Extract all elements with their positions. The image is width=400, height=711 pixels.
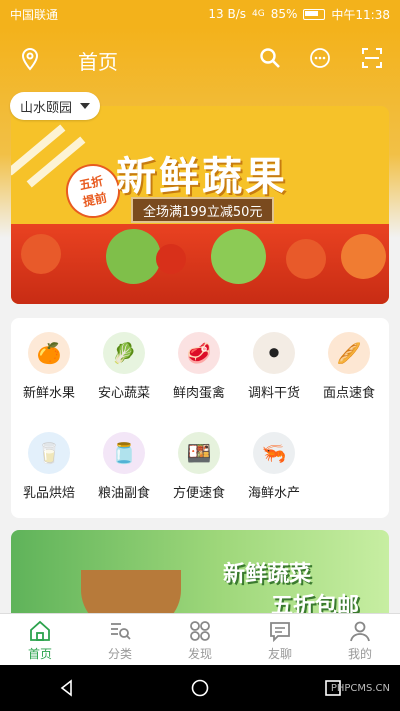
tab-chat[interactable]: 友聊 (240, 614, 320, 666)
back-icon[interactable] (57, 678, 77, 698)
vegetable-image (11, 224, 389, 304)
category-item[interactable]: 🥬 安心蔬菜 (89, 332, 159, 401)
category-search-icon (111, 622, 131, 640)
home-circle-icon[interactable] (190, 678, 210, 698)
category-item[interactable]: 🍊 新鲜水果 (14, 332, 84, 401)
banner-tagline: 全场满199立减50元 (131, 197, 275, 223)
bread-icon: 🥖 (328, 332, 370, 374)
fruit-icon: 🍊 (28, 332, 70, 374)
page-title: 首页 (78, 50, 118, 74)
milk-icon: 🥛 (28, 432, 70, 474)
tab-home[interactable]: 首页 (0, 614, 80, 666)
oil-icon: 🫙 (103, 432, 145, 474)
clock: 中午11:38 (331, 7, 390, 22)
chevron-down-icon (80, 103, 91, 109)
carrier-label: 中国联通 (10, 7, 59, 22)
spice-icon: ⚫ (253, 332, 295, 374)
discover-icon (190, 620, 210, 641)
battery-icon (303, 8, 326, 20)
location-label: 山水颐园 (20, 100, 73, 116)
tab-profile[interactable]: 我的 (320, 614, 400, 666)
category-item[interactable]: ⚫ 调料干货 (239, 332, 309, 401)
banner-title: 新鲜蔬果 (116, 153, 288, 200)
category-item[interactable]: 🥩 鲜肉蛋禽 (164, 332, 234, 401)
category-item[interactable]: 🥖 面点速食 (314, 332, 384, 401)
location-selector[interactable]: 山水颐园 (10, 92, 101, 120)
category-item[interactable]: 🫙 粮油副食 (89, 432, 159, 501)
scan-icon[interactable] (357, 43, 387, 73)
promo-line1: 新鲜蔬菜 (222, 562, 311, 587)
signal-label: 4G (252, 9, 265, 19)
location-pin-icon[interactable] (15, 44, 45, 74)
vegetable-icon: 🥬 (103, 332, 145, 374)
category-grid: 🍊 新鲜水果 🥬 安心蔬菜 🥩 鲜肉蛋禽 ⚫ 调料干货 🥖 面点速食 🥛 乳品烘焙 🫙 粮油副… (11, 318, 389, 518)
bottom-tab-bar: 首页 分类 发现 友聊 我的 (0, 613, 400, 666)
watermark: PHPCMS.CN (330, 683, 390, 694)
network-speed: 13 B/s (208, 7, 247, 21)
tab-category[interactable]: 分类 (80, 614, 160, 666)
status-bar: 中国联通 13 B/s 4G 85% 中午11:38 (0, 0, 400, 28)
message-icon[interactable] (305, 43, 335, 73)
home-icon (30, 620, 50, 641)
meat-icon: 🥩 (178, 332, 220, 374)
battery-level: 85% (270, 7, 298, 21)
promo-banner[interactable]: 五折 提前 新鲜蔬果 全场满199立减50元 (11, 106, 389, 304)
seafood-icon: 🦐 (253, 432, 295, 474)
instant-food-icon: 🍱 (178, 432, 220, 474)
chat-icon (270, 621, 290, 642)
tab-discover[interactable]: 发现 (160, 614, 240, 666)
category-item[interactable]: 🦐 海鲜水产 (239, 432, 309, 501)
category-item[interactable]: 🥛 乳品烘焙 (14, 432, 84, 501)
search-icon[interactable] (255, 43, 285, 73)
category-item[interactable]: 🍱 方便速食 (164, 432, 234, 501)
user-icon (350, 621, 370, 641)
